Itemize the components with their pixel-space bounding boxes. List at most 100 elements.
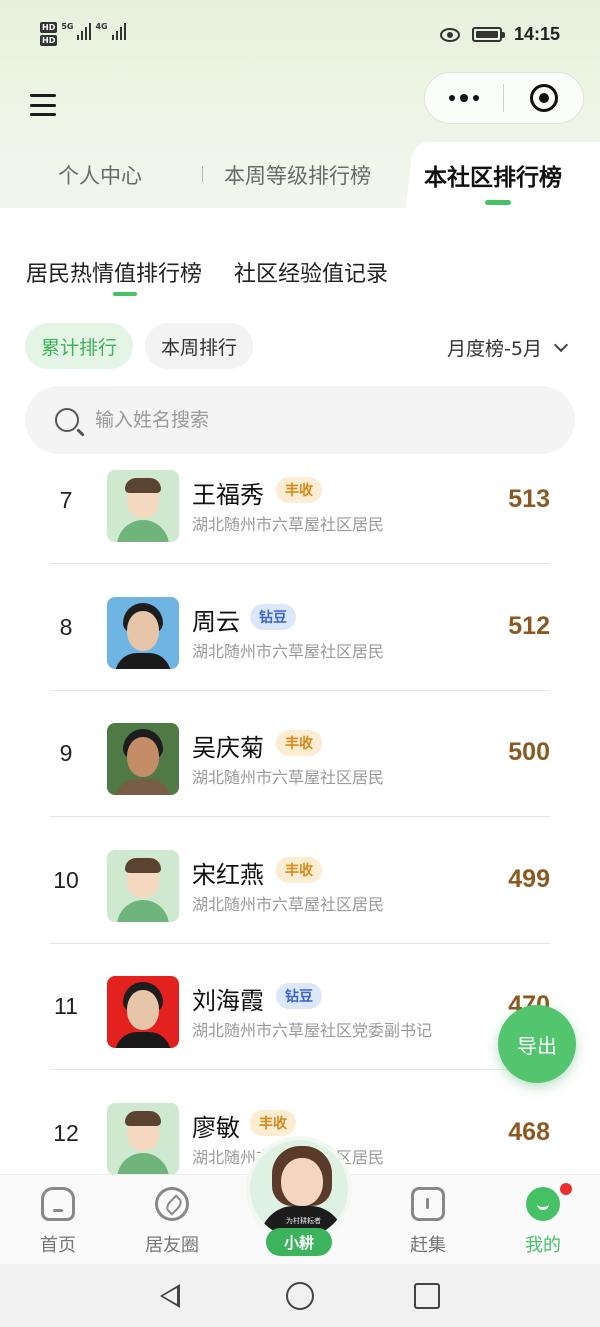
nav-me-label: 我的 bbox=[525, 1235, 561, 1256]
row-divider bbox=[50, 689, 550, 691]
tab-weekly-level-rank[interactable]: 本周等级排行榜 bbox=[224, 160, 371, 190]
row-divider bbox=[50, 942, 550, 944]
hd-badge-2: HD bbox=[40, 35, 58, 46]
nav-home[interactable]: 首页 bbox=[18, 1187, 98, 1257]
resident-location: 湖北随州市六草屋社区居民 bbox=[192, 894, 385, 914]
rank-number: 12 bbox=[53, 1119, 79, 1146]
level-badge: 钻豆 bbox=[276, 983, 322, 1009]
rank-number: 11 bbox=[54, 993, 78, 1019]
nav-market-label: 赶集 bbox=[410, 1235, 446, 1256]
search-input[interactable] bbox=[95, 409, 495, 431]
score-value: 513 bbox=[508, 485, 550, 513]
search-bar[interactable] bbox=[25, 386, 575, 454]
avatar bbox=[107, 470, 179, 542]
ranking-row[interactable]: 8 周云 钻豆湖北随州市六草屋社区居民 512 bbox=[0, 584, 600, 710]
tab-community-rank[interactable]: 本社区排行榜 bbox=[424, 158, 562, 192]
hd-badge-1: HD bbox=[40, 22, 58, 33]
avatar bbox=[107, 1102, 179, 1175]
miniprogram-capsule bbox=[424, 72, 584, 124]
export-button[interactable]: 导出 bbox=[498, 1005, 576, 1083]
resident-location: 湖北随州市六草屋社区居民 bbox=[192, 515, 385, 534]
mascot-label: 小耕 bbox=[266, 1228, 332, 1256]
resident-location: 湖北随州市六草屋社区居民 bbox=[192, 768, 385, 787]
close-miniprogram-icon[interactable] bbox=[504, 84, 583, 112]
resident-location: 湖北随州市六草屋社区居民 bbox=[192, 641, 385, 661]
status-right: 14:15 bbox=[439, 24, 560, 45]
mascot-shirt-text: 为村耕耘者 bbox=[286, 1217, 321, 1225]
notification-dot bbox=[560, 1183, 572, 1195]
subtab-experience-log[interactable]: 社区经验值记录 bbox=[234, 256, 388, 288]
system-nav-bar bbox=[0, 1264, 600, 1327]
score-value: 512 bbox=[508, 611, 550, 640]
ranking-row[interactable]: 9 吴庆菊 丰收湖北随州市六草屋社区居民 500 bbox=[0, 710, 600, 836]
compass-icon bbox=[155, 1187, 189, 1221]
level-badge: 丰收 bbox=[276, 730, 322, 756]
rank-number: 8 bbox=[59, 613, 73, 640]
chip-weekly[interactable]: 本周排行 bbox=[145, 323, 254, 369]
row-divider bbox=[50, 816, 550, 817]
nav-home-label: 首页 bbox=[40, 1235, 76, 1256]
month-selector-label: 月度榜-5月 bbox=[447, 338, 542, 360]
avatar bbox=[107, 849, 179, 922]
market-icon bbox=[411, 1187, 445, 1221]
month-selector[interactable]: 月度榜-5月 bbox=[447, 334, 569, 361]
subtab-enthusiasm-rank[interactable]: 居民热情值排行榜 bbox=[26, 256, 202, 288]
signal-bars-icon bbox=[77, 22, 92, 40]
mascot-assistant-button[interactable]: 为村耕耘者 小耕 bbox=[246, 1136, 352, 1264]
back-icon[interactable] bbox=[160, 1284, 180, 1308]
network-5g-label: 5G bbox=[61, 22, 74, 31]
top-tab-bar: 个人中心 本周等级排行榜 本社区排行榜 bbox=[0, 142, 600, 208]
profile-icon bbox=[526, 1187, 560, 1221]
home-circle-icon[interactable] bbox=[286, 1282, 314, 1310]
nav-market[interactable]: 赶集 bbox=[388, 1187, 468, 1257]
score-value: 499 bbox=[508, 864, 550, 893]
resident-name: 刘海霞 bbox=[192, 987, 264, 1015]
score-value: 500 bbox=[508, 738, 550, 766]
rank-number: 9 bbox=[59, 740, 73, 766]
tab-personal-center[interactable]: 个人中心 bbox=[58, 160, 142, 190]
row-divider bbox=[50, 1069, 550, 1070]
level-badge: 丰收 bbox=[250, 1109, 296, 1136]
mascot-avatar: 为村耕耘者 bbox=[246, 1136, 352, 1242]
network-4g-label: 4G bbox=[95, 22, 108, 31]
rank-number: 10 bbox=[53, 866, 79, 893]
avatar bbox=[107, 723, 179, 795]
resident-name: 王福秀 bbox=[192, 481, 264, 509]
tab-active-indicator bbox=[485, 200, 511, 205]
chevron-down-icon bbox=[553, 337, 569, 352]
signal-indicators: HD HD 5G 4G bbox=[40, 22, 126, 46]
resident-name: 周云 bbox=[192, 607, 240, 636]
status-bar: HD HD 5G 4G 14:15 bbox=[0, 18, 600, 58]
level-badge: 钻豆 bbox=[250, 603, 296, 630]
row-divider bbox=[50, 563, 550, 564]
clock: 14:15 bbox=[513, 24, 560, 44]
signal-bars-icon bbox=[111, 22, 126, 40]
resident-name: 吴庆菊 bbox=[192, 734, 264, 762]
level-badge: 丰收 bbox=[276, 856, 322, 883]
resident-name: 宋红燕 bbox=[192, 860, 264, 889]
nav-me[interactable]: 我的 bbox=[503, 1187, 583, 1257]
recent-apps-icon[interactable] bbox=[414, 1283, 440, 1309]
search-icon bbox=[55, 408, 79, 432]
ranking-row[interactable]: 7 王福秀 丰收湖北随州市六草屋社区居民 513 bbox=[0, 460, 600, 583]
home-icon bbox=[41, 1187, 75, 1221]
sub-tab-bar: 居民热情值排行榜 社区经验值记录 bbox=[26, 256, 388, 288]
rank-number: 7 bbox=[59, 487, 73, 513]
hamburger-menu-icon[interactable] bbox=[30, 94, 56, 116]
avatar bbox=[107, 976, 179, 1048]
level-badge: 丰收 bbox=[276, 477, 322, 503]
ranking-row[interactable]: 10 宋红燕 丰收湖北随州市六草屋社区居民 499 bbox=[0, 837, 600, 963]
score-value: 468 bbox=[508, 1117, 550, 1146]
eye-icon bbox=[439, 27, 460, 42]
subtab-active-indicator bbox=[113, 292, 137, 296]
nav-friends-circle[interactable]: 居友圈 bbox=[132, 1187, 212, 1257]
avatar bbox=[107, 596, 179, 669]
battery-icon bbox=[471, 27, 505, 42]
more-options-icon[interactable] bbox=[425, 94, 503, 102]
filter-chips: 累计排行 本周排行 bbox=[25, 323, 254, 369]
resident-location: 湖北随州市六草屋社区党委副书记 bbox=[192, 1021, 433, 1040]
nav-friends-circle-label: 居友圈 bbox=[145, 1235, 199, 1256]
tab-separator bbox=[202, 166, 203, 182]
chip-cumulative[interactable]: 累计排行 bbox=[25, 323, 134, 369]
resident-name: 廖敏 bbox=[192, 1113, 240, 1142]
